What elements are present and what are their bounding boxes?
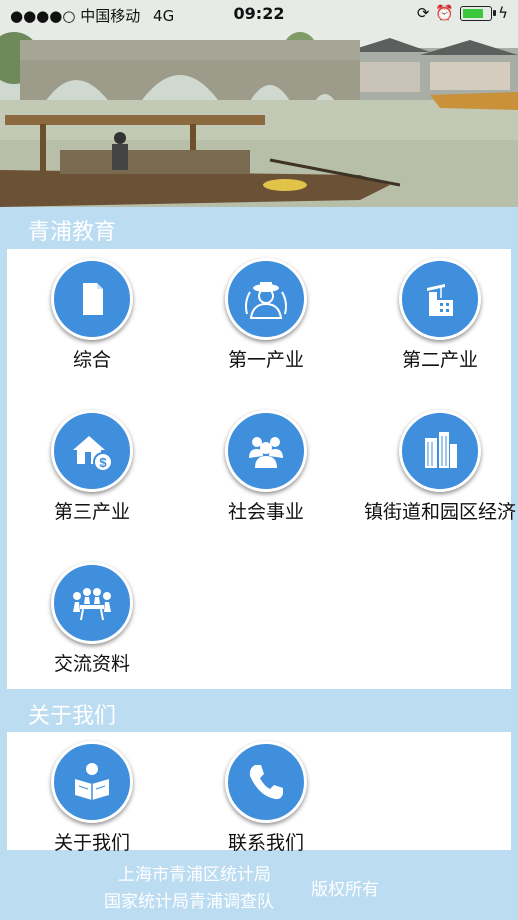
reader-icon xyxy=(51,741,133,823)
farmer-icon xyxy=(225,258,307,340)
footer-org-line2: 国家统计局青浦调查队 xyxy=(104,892,274,912)
buildings-icon xyxy=(399,410,481,492)
menu-tile-label: 交流资料 xyxy=(53,653,130,675)
alarm-icon: ⏰ xyxy=(435,4,455,22)
education-panel: 综合 第一产业 第二产业 $ 第三产业 社会事业 镇街道和园区经济交流资料 xyxy=(7,249,516,689)
menu-tile[interactable]: 交流资料 xyxy=(7,562,177,676)
phone-icon xyxy=(225,741,307,823)
footer-org-line1: 上海市青浦区统计局 xyxy=(118,865,271,885)
meeting-icon xyxy=(51,562,133,644)
menu-tile[interactable]: 关于我们 xyxy=(7,741,177,855)
menu-tile[interactable]: 社会事业 xyxy=(181,410,351,524)
menu-tile-label: 镇街道和园区经济 xyxy=(363,501,516,523)
rotation-lock-icon: ⟳ xyxy=(416,4,430,22)
factory-icon xyxy=(399,258,481,340)
footer-copyright: 版权所有 xyxy=(311,880,379,900)
menu-tile[interactable]: 综合 xyxy=(7,258,177,372)
menu-tile-label: 第二产业 xyxy=(401,349,478,371)
menu-tile[interactable]: 第一产业 xyxy=(181,258,351,372)
menu-tile-label: 关于我们 xyxy=(53,832,130,854)
section-title-about: 关于我们 xyxy=(28,704,117,729)
footer: 上海市青浦区统计局 国家统计局青浦调查队 版权所有 xyxy=(0,856,518,920)
battery-icon xyxy=(460,5,497,21)
menu-tile-label: 联系我们 xyxy=(227,832,304,854)
menu-tile-label: 第一产业 xyxy=(227,349,304,371)
document-icon xyxy=(51,258,133,340)
svg-text:$: $ xyxy=(99,455,107,470)
status-icons: ⟳ ⏰ ϟ xyxy=(417,4,508,22)
menu-tile[interactable]: 联系我们 xyxy=(181,741,351,855)
house-money-icon: $ xyxy=(51,410,133,492)
about-panel: 关于我们 联系我们 xyxy=(7,732,511,854)
menu-tile-label: 第三产业 xyxy=(53,501,130,523)
charging-icon: ϟ xyxy=(498,4,508,22)
menu-tile-label: 综合 xyxy=(72,349,111,371)
menu-tile[interactable]: 第二产业 xyxy=(355,258,518,372)
hero-banner-image xyxy=(0,0,518,207)
people-group-icon xyxy=(225,410,307,492)
menu-tile[interactable]: $ 第三产业 xyxy=(7,410,177,524)
menu-tile[interactable]: 镇街道和园区经济 xyxy=(355,410,518,524)
section-title-education: 青浦教育 xyxy=(28,220,117,245)
menu-tile-label: 社会事业 xyxy=(227,501,304,523)
status-bar: ●●●●○ 中国移动 4G 09:22 ⟳ ⏰ ϟ xyxy=(0,0,518,28)
